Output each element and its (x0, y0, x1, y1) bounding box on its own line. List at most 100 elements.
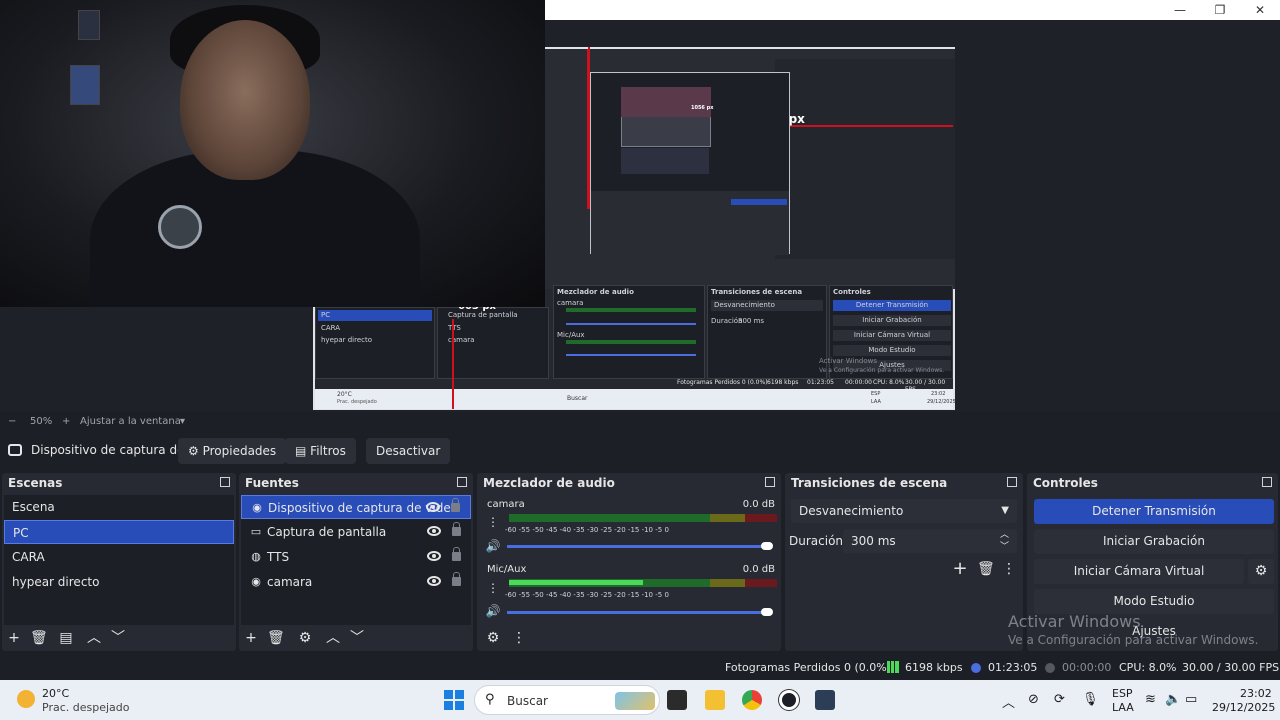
windows-start-icon[interactable] (444, 690, 464, 710)
weather-desc[interactable]: Prac. despejado (42, 701, 129, 714)
title-bar: — ❐ ✕ (545, 0, 1280, 20)
chevron-up-icon[interactable]: ︿ (1002, 692, 1015, 711)
lock-icon[interactable] (452, 547, 461, 561)
undock-icon[interactable] (765, 477, 775, 487)
eye-icon[interactable] (426, 502, 440, 512)
source-item[interactable]: ◉ camara (241, 570, 471, 594)
wifi-icon[interactable]: ≋ (1145, 692, 1156, 707)
filter-icon: ▤ (295, 444, 307, 458)
file-explorer-icon[interactable] (705, 690, 725, 710)
zoom-fit-label[interactable]: Ajustar a la ventana (80, 416, 181, 427)
add-icon[interactable]: + (6, 630, 22, 646)
webcam-feed (0, 0, 545, 307)
minimize-button[interactable]: — (1160, 2, 1200, 18)
speaker-icon[interactable]: 🔊 (485, 603, 501, 619)
source-item[interactable]: ▭ Captura de pantalla (241, 520, 471, 544)
status-bar: Fotogramas Perdidos 0 (0.0%) 6198 kbps 0… (0, 658, 1280, 678)
zoom-dropdown-icon[interactable]: ▾ (180, 416, 185, 427)
filters-button[interactable]: ▤ Filtros (285, 438, 356, 464)
start-virtual-camera-button[interactable]: Iniciar Cámara Virtual (1034, 559, 1244, 584)
cloud-off-icon[interactable]: ⊘ (1028, 692, 1039, 707)
sync-icon[interactable]: ⟳ (1054, 692, 1065, 707)
gear-icon[interactable]: ⚙ (297, 630, 313, 646)
meter-ticks: -60 -55 -50 -45 -40 -35 -30 -25 -20 -15 … (505, 591, 669, 599)
transition-select[interactable]: Desvanecimiento ▼ (791, 499, 1017, 523)
task-view-icon[interactable] (667, 690, 687, 710)
add-icon[interactable]: + (952, 560, 968, 578)
studio-mode-button[interactable]: Modo Estudio (1034, 589, 1274, 614)
cpu-usage: CPU: 8.0% (1119, 661, 1177, 674)
taskbar-search[interactable]: ⚲ Buscar (474, 685, 660, 715)
source-item[interactable]: ◉ Dispositivo de captura de video (241, 495, 471, 519)
scene-item[interactable]: PC (4, 520, 234, 544)
maximize-button[interactable]: ❐ (1200, 2, 1240, 18)
duration-spinbox[interactable]: 300 ms ︿ ﹀ (843, 529, 1017, 553)
level-meter-live (509, 580, 643, 585)
eye-icon[interactable] (427, 526, 441, 536)
lock-icon[interactable] (451, 498, 460, 512)
chrome-icon[interactable] (742, 690, 762, 710)
kebab-menu-icon[interactable]: ⋮ (485, 514, 501, 530)
stop-stream-button[interactable]: Detener Transmisión (1034, 499, 1274, 524)
chevron-up-icon[interactable]: ︿ (325, 630, 341, 646)
language-secondary[interactable]: LAA (1112, 701, 1134, 714)
close-button[interactable]: ✕ (1240, 2, 1280, 18)
channel-db: 0.0 dB (742, 564, 775, 575)
kebab-menu-icon[interactable]: ⋮ (1001, 561, 1017, 577)
volume-icon[interactable]: 🔈 (1165, 692, 1181, 707)
monitor-icon: ▭ (250, 525, 262, 538)
zoom-in-button[interactable]: + (62, 416, 70, 427)
clock-date[interactable]: 29/12/2025 (1212, 701, 1275, 714)
weather-icon[interactable] (17, 690, 35, 708)
scene-item[interactable]: Escena (4, 495, 234, 519)
signal-icon (887, 661, 899, 673)
chevron-down-icon[interactable]: ﹀ (349, 630, 365, 646)
microphone (158, 205, 202, 249)
lock-icon[interactable] (452, 572, 461, 586)
chevron-down-icon[interactable]: ﹀ (110, 630, 126, 646)
trash-icon[interactable]: 🗑 (977, 561, 995, 577)
mixer-title: Mezclador de audio (477, 473, 781, 493)
microphone-icon[interactable]: 🎙 (1082, 692, 1099, 707)
battery-icon[interactable]: ▭ (1185, 692, 1197, 707)
zoom-out-button[interactable]: − (8, 416, 16, 427)
chevron-up-icon[interactable]: ︿ (86, 630, 102, 646)
gear-icon[interactable]: ⚙ (1248, 559, 1274, 584)
volume-knob[interactable] (761, 608, 773, 616)
eye-icon[interactable] (427, 551, 441, 561)
speaker-icon[interactable]: 🔊 (485, 538, 501, 554)
add-icon[interactable]: + (243, 630, 259, 646)
trash-icon[interactable]: 🗑 (30, 630, 48, 646)
weather-temp[interactable]: 20°C (42, 687, 69, 700)
kebab-menu-icon[interactable]: ⋮ (511, 630, 527, 646)
kebab-menu-icon[interactable]: ⋮ (485, 580, 501, 596)
eye-icon[interactable] (427, 576, 441, 586)
language-primary[interactable]: ESP (1112, 687, 1133, 700)
start-recording-button[interactable]: Iniciar Grabación (1034, 529, 1274, 554)
properties-button[interactable]: ⚙ Propiedades (178, 438, 287, 464)
source-item[interactable]: ◍ TTS (241, 545, 471, 569)
chevron-down-icon[interactable]: ﹀ (1000, 535, 1009, 559)
volume-knob[interactable] (761, 542, 773, 550)
trash-icon[interactable]: 🗑 (267, 630, 285, 646)
undock-icon[interactable] (1007, 477, 1017, 487)
volume-slider[interactable] (507, 545, 769, 548)
volume-slider[interactable] (507, 611, 769, 614)
activation-watermark-text: Ve a Configuración para activar Windows. (1008, 633, 1259, 647)
zoom-bar: − 50% + Ajustar a la ventana ▾ (0, 412, 1280, 432)
app-icon[interactable] (815, 690, 835, 710)
undock-icon[interactable] (457, 477, 467, 487)
deactivate-button[interactable]: Desactivar (366, 438, 451, 464)
undock-icon[interactable] (220, 477, 230, 487)
source-toolbar: Dispositivo de captura de v ⚙ Propiedade… (0, 436, 1280, 466)
lock-icon[interactable] (452, 522, 461, 536)
sources-toolbar: + 🗑 ⚙ ︿ ﹀ (241, 627, 471, 649)
scene-item[interactable]: hypear directo (4, 570, 234, 594)
gear-icon[interactable]: ⚙ (485, 630, 501, 646)
filter-icon[interactable]: ▤ (58, 630, 74, 646)
undock-icon[interactable] (1262, 477, 1272, 487)
obs-icon[interactable] (779, 690, 799, 710)
scene-item[interactable]: CARA (4, 545, 234, 569)
search-icon: ⚲ (485, 692, 495, 707)
clock-time[interactable]: 23:02 (1240, 687, 1272, 700)
